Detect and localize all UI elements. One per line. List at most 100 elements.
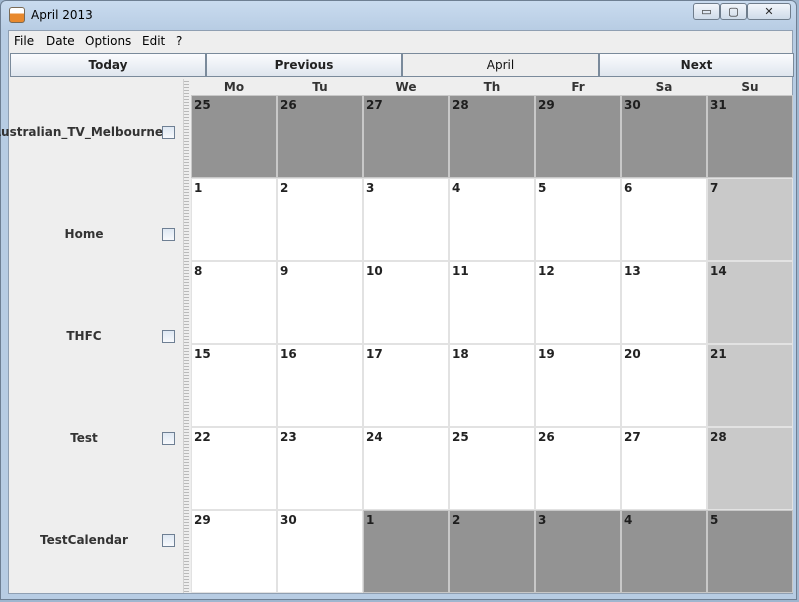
day-number: 27: [624, 430, 641, 444]
calendar-row: Australian_TV_Melbourne: [0, 123, 183, 143]
day-cell[interactable]: 19: [535, 344, 621, 427]
calendar-label: Australian_TV_Melbourne: [0, 125, 163, 139]
day-cell[interactable]: 10: [363, 261, 449, 344]
day-cell[interactable]: 6: [621, 178, 707, 261]
calendar-checkbox[interactable]: [162, 228, 175, 241]
day-cell[interactable]: 8: [191, 261, 277, 344]
weekday-header: Fr: [571, 80, 585, 94]
close-button[interactable]: ✕: [747, 3, 791, 20]
java-app-icon: [9, 7, 25, 23]
day-cell[interactable]: 5: [535, 178, 621, 261]
day-number: 3: [538, 513, 547, 527]
day-cell[interactable]: 25: [449, 427, 535, 510]
day-number: 1: [194, 181, 203, 195]
menu-edit[interactable]: Edit: [142, 34, 165, 48]
day-cell[interactable]: 24: [363, 427, 449, 510]
day-number: 22: [194, 430, 211, 444]
maximize-icon: ▢: [728, 5, 739, 18]
day-number: 26: [538, 430, 555, 444]
next-button[interactable]: Next: [599, 53, 794, 77]
day-number: 29: [194, 513, 211, 527]
menu-options[interactable]: Options: [85, 34, 131, 48]
day-cell[interactable]: 7: [707, 178, 793, 261]
day-cell[interactable]: 30: [621, 95, 707, 178]
day-cell[interactable]: 16: [277, 344, 363, 427]
day-cell[interactable]: 4: [449, 178, 535, 261]
day-cell[interactable]: 5: [707, 510, 793, 593]
window-title: April 2013: [31, 8, 93, 22]
menu-date[interactable]: Date: [46, 34, 75, 48]
day-cell[interactable]: 27: [621, 427, 707, 510]
day-cell[interactable]: 28: [707, 427, 793, 510]
day-cell[interactable]: 9: [277, 261, 363, 344]
day-cell[interactable]: 21: [707, 344, 793, 427]
day-number: 15: [194, 347, 211, 361]
day-cell[interactable]: 29: [191, 510, 277, 593]
day-cell[interactable]: 14: [707, 261, 793, 344]
maximize-button[interactable]: ▢: [720, 3, 747, 20]
day-number: 28: [710, 430, 727, 444]
day-number: 20: [624, 347, 641, 361]
day-number: 17: [366, 347, 383, 361]
calendar-checkbox[interactable]: [162, 534, 175, 547]
day-number: 25: [194, 98, 211, 112]
day-number: 25: [452, 430, 469, 444]
day-number: 16: [280, 347, 297, 361]
day-cell[interactable]: 23: [277, 427, 363, 510]
calendar-row: Test: [9, 429, 183, 449]
previous-button[interactable]: Previous: [206, 53, 402, 77]
day-number: 13: [624, 264, 641, 278]
day-cell[interactable]: 27: [363, 95, 449, 178]
day-number: 10: [366, 264, 383, 278]
menu-help[interactable]: ?: [176, 34, 182, 48]
day-cell[interactable]: 1: [191, 178, 277, 261]
day-number: 27: [366, 98, 383, 112]
day-number: 7: [710, 181, 719, 195]
day-cell[interactable]: 20: [621, 344, 707, 427]
day-number: 3: [366, 181, 375, 195]
day-cell[interactable]: 2: [277, 178, 363, 261]
day-number: 26: [280, 98, 297, 112]
calendar-checkbox[interactable]: [162, 330, 175, 343]
day-cell[interactable]: 28: [449, 95, 535, 178]
day-cell[interactable]: 22: [191, 427, 277, 510]
day-cell[interactable]: 15: [191, 344, 277, 427]
day-cell[interactable]: 26: [535, 427, 621, 510]
day-cell[interactable]: 17: [363, 344, 449, 427]
client-area: File Date Options Edit ? Today Previous …: [0, 30, 794, 594]
day-cell[interactable]: 4: [621, 510, 707, 593]
day-cell[interactable]: 11: [449, 261, 535, 344]
day-number: 5: [710, 513, 719, 527]
minimize-button[interactable]: ▭: [693, 3, 720, 20]
day-cell[interactable]: 25: [191, 95, 277, 178]
day-cell[interactable]: 26: [277, 95, 363, 178]
weekday-header: Su: [741, 80, 759, 94]
today-button[interactable]: Today: [10, 53, 206, 77]
current-month-button[interactable]: April: [402, 53, 599, 77]
day-cell[interactable]: 18: [449, 344, 535, 427]
day-cell[interactable]: 3: [363, 178, 449, 261]
day-cell[interactable]: 3: [535, 510, 621, 593]
calendar-checkbox[interactable]: [162, 126, 175, 139]
title-bar[interactable]: April 2013 ▭ ▢ ✕: [1, 1, 796, 31]
day-number: 4: [452, 181, 461, 195]
weekday-header: Tu: [312, 80, 328, 94]
calendar-label: THFC: [66, 329, 102, 343]
day-cell[interactable]: 1: [363, 510, 449, 593]
day-cell[interactable]: 12: [535, 261, 621, 344]
day-number: 30: [280, 513, 297, 527]
day-number: 4: [624, 513, 633, 527]
day-cell[interactable]: 31: [707, 95, 793, 178]
day-number: 11: [452, 264, 469, 278]
menu-file[interactable]: File: [14, 34, 34, 48]
calendar-checkbox[interactable]: [162, 432, 175, 445]
close-icon: ✕: [764, 5, 774, 18]
calendar-row: THFC: [9, 327, 183, 347]
day-cell[interactable]: 2: [449, 510, 535, 593]
day-cell[interactable]: 13: [621, 261, 707, 344]
weekday-header: Th: [483, 80, 501, 94]
day-number: 5: [538, 181, 547, 195]
day-cell[interactable]: 29: [535, 95, 621, 178]
calendar-label: TestCalendar: [40, 533, 128, 547]
day-cell[interactable]: 30: [277, 510, 363, 593]
